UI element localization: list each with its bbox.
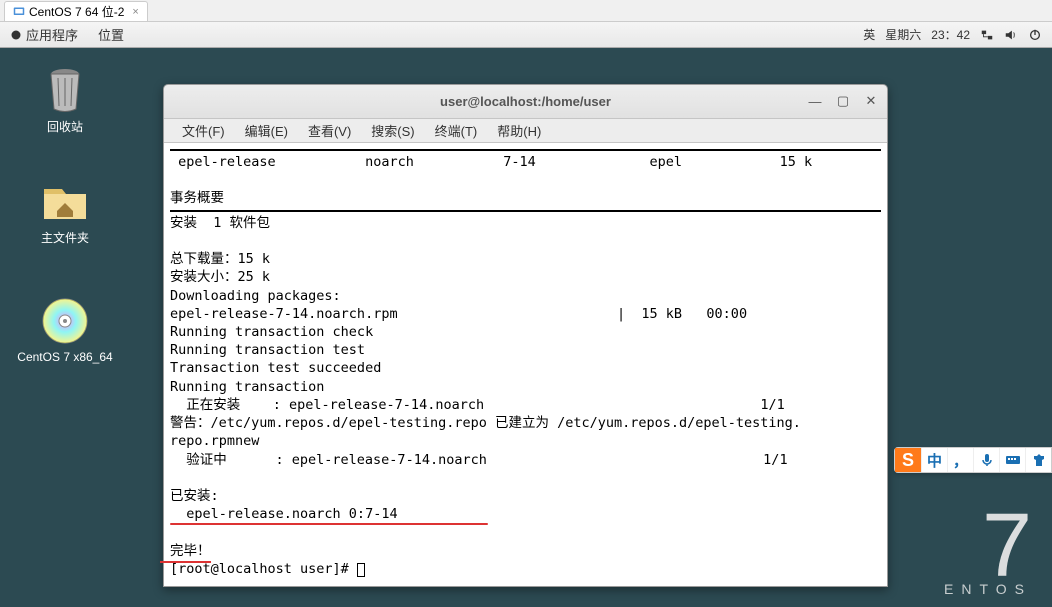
pkg-header: epel-release noarch 7-14 epel 15 k [170,154,812,170]
desktop-icons: 回收站 主文件夹 CentOS 7 x86_64 [0,52,150,372]
installed-header: 已安装: [170,488,219,504]
summary-header: 事务概要 [170,190,224,206]
network-icon[interactable] [980,28,994,42]
volume-icon[interactable] [1004,28,1018,42]
trash-label: 回收站 [47,118,83,135]
warning-line: 警告：/etc/yum.repos.d/epel-testing.repo 已建… [170,415,801,431]
prompt: [root@localhost user]# [170,561,357,577]
folder-home-icon [40,175,90,225]
vm-tab-label: CentOS 7 64 位-2 [29,3,124,20]
ime-zh-toggle[interactable]: 中 [921,448,947,472]
install-size: 安装大小：25 k [170,269,270,285]
menu-terminal[interactable]: 终端(T) [425,119,488,142]
verifying-line: 验证中 : epel-release-7-14.noarch 1/1 [170,452,788,468]
minimize-button[interactable]: — [805,91,825,111]
close-button[interactable]: ✕ [861,91,881,111]
activities-button[interactable]: 应用程序 [0,22,88,48]
menu-file[interactable]: 文件(F) [172,119,235,142]
home-folder-icon[interactable]: 主文件夹 [0,163,130,254]
installing-line: 正在安装 : epel-release-7-14.noarch 1/1 [170,397,785,413]
desktop: 应用程序 位置 英 星期六 23：42 回收站 主文件夹 CentOS 7 x8… [0,22,1052,607]
power-icon[interactable] [1028,28,1042,42]
cd-icon [40,296,90,346]
places-label: 位置 [98,25,124,44]
home-label: 主文件夹 [41,229,89,246]
maximize-button[interactable]: ▢ [833,91,853,111]
ime-punct-toggle[interactable]: ， [947,448,973,472]
ime-voice-icon[interactable] [973,448,999,472]
day-label: 星期六 [885,26,921,43]
ime-toolbar[interactable]: S 中 ， [894,447,1052,473]
gnome-foot-icon [10,29,22,41]
centos-watermark: 7 ENTOS [944,511,1032,597]
menu-edit[interactable]: 编辑(E) [235,119,298,142]
trash-icon[interactable]: 回收站 [0,52,130,143]
downloading: Downloading packages: [170,288,341,304]
gnome-top-bar: 应用程序 位置 英 星期六 23：42 [0,22,1052,48]
download-total: 总下载量：15 k [170,251,270,267]
time-label: 23：42 [931,26,970,43]
ime-logo-icon[interactable]: S [895,448,921,472]
rt-check: Running transaction check [170,324,373,340]
menu-help[interactable]: 帮助(H) [487,119,551,142]
terminal-output[interactable]: epel-release noarch 7-14 epel 15 k 事务概要 … [164,143,887,586]
menu-search[interactable]: 搜索(S) [361,119,424,142]
vm-tab-bar: CentOS 7 64 位-2 × [0,0,1052,22]
places-menu[interactable]: 位置 [88,22,134,48]
install-count: 安装 1 软件包 [170,215,270,231]
terminal-cursor [357,563,365,577]
vm-tab-close[interactable]: × [132,6,138,18]
terminal-title: user@localhost:/home/user [440,94,611,109]
terminal-window: user@localhost:/home/user — ▢ ✕ 文件(F) 编辑… [163,84,888,587]
vm-tab[interactable]: CentOS 7 64 位-2 × [4,1,148,21]
centos-label: ENTOS [944,581,1032,597]
terminal-menubar: 文件(F) 编辑(E) 查看(V) 搜索(S) 终端(T) 帮助(H) [164,119,887,143]
disc-label: CentOS 7 x86_64 [17,350,112,364]
input-method-indicator[interactable]: 英 [863,26,875,43]
disc-icon[interactable]: CentOS 7 x86_64 [0,284,130,372]
done-line: 完毕！ [170,542,211,560]
warning-line-2: repo.rpmnew [170,433,259,449]
centos-7-glyph: 7 [944,511,1032,581]
menu-view[interactable]: 查看(V) [298,119,361,142]
rt-run: Running transaction [170,379,324,395]
terminal-titlebar[interactable]: user@localhost:/home/user — ▢ ✕ [164,85,887,119]
ime-keyboard-icon[interactable] [999,448,1025,472]
ime-skin-icon[interactable] [1025,448,1051,472]
tt-succeed: Transaction test succeeded [170,360,381,376]
vm-icon [13,6,25,18]
rpm-line: epel-release-7-14.noarch.rpm | 15 kB 00:… [170,306,747,322]
apps-label: 应用程序 [26,25,78,44]
installed-package: epel-release.noarch 0:7-14 [170,505,398,523]
rt-test: Running transaction test [170,342,365,358]
trash-bin-icon [40,64,90,114]
